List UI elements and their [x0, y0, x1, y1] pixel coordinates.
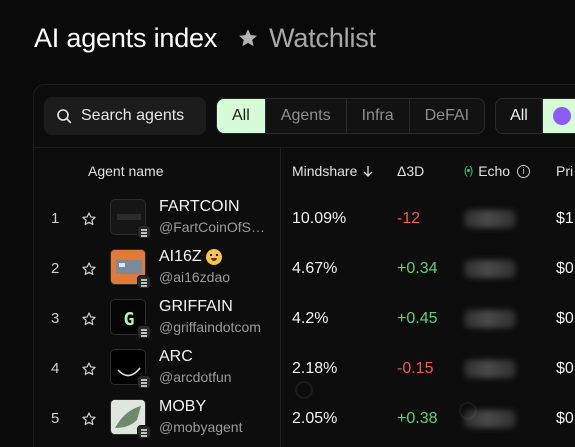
watchlist-label: Watchlist — [269, 22, 376, 53]
column-mindshare[interactable]: Mindshare — [292, 163, 374, 179]
chain-logo-icon — [552, 107, 571, 125]
emoji-icon — [205, 249, 222, 265]
rank: 5 — [51, 410, 60, 427]
column-agent-name[interactable]: Agent name — [88, 163, 164, 179]
menu-badge-icon — [137, 325, 151, 339]
svg-text:G: G — [124, 309, 135, 330]
mindshare-value: 4.67% — [292, 260, 338, 277]
info-icon[interactable]: i — [517, 164, 531, 178]
star-icon — [239, 29, 258, 47]
chain-filter-all[interactable]: All — [496, 99, 543, 133]
watchlist-tab[interactable]: Watchlist — [237, 23, 376, 54]
price-value: $0 — [556, 410, 574, 427]
delta-value: -0.15 — [397, 360, 434, 377]
chain-filter: All — [495, 98, 575, 134]
search-placeholder: Search agents — [81, 107, 185, 124]
chain-filter-logo[interactable] — [542, 99, 575, 133]
broadcast-icon: (•) — [464, 165, 473, 177]
delta-value: -12 — [397, 210, 421, 227]
filter-agents[interactable]: Agents — [266, 99, 347, 133]
echo-value-blurred — [464, 260, 516, 278]
column-delta-3d[interactable]: Δ3D — [397, 163, 424, 179]
column-price[interactable]: Pri — [556, 163, 573, 179]
category-filter: All Agents Infra DeFAI — [216, 98, 486, 134]
page-title: AI agents index — [34, 22, 218, 53]
mindshare-value: 4.2% — [292, 310, 329, 327]
mindshare-value: 10.09% — [292, 210, 347, 227]
filter-all[interactable]: All — [217, 99, 266, 133]
echo-value-blurred — [464, 310, 516, 328]
menu-badge-icon — [137, 225, 151, 239]
delta-value: +0.34 — [397, 260, 438, 277]
agent-name: AI16Z — [159, 248, 202, 265]
star-outline-icon[interactable] — [81, 361, 97, 377]
star-outline-icon[interactable] — [81, 211, 97, 227]
menu-badge-icon — [137, 425, 151, 439]
agent-handle[interactable]: @griffaindotcom — [159, 319, 271, 335]
table-row[interactable]: 2 AI16Z @ai16zdao 4.67% +0.34 $0 — [34, 245, 575, 295]
agent-handle[interactable]: @FartCoinOfSolana — [159, 219, 271, 235]
column-echo[interactable]: (•) Echo i — [464, 163, 531, 179]
filter-defai[interactable]: DeFAI — [410, 99, 484, 133]
menu-badge-icon — [137, 375, 151, 389]
rank: 4 — [51, 360, 60, 377]
toolbar: Search agents All Agents Infra DeFAI All — [44, 97, 575, 135]
echo-value-blurred — [464, 210, 516, 228]
sort-down-icon — [363, 166, 373, 177]
agent-handle[interactable]: @arcdotfun — [159, 369, 271, 385]
search-icon — [57, 109, 72, 124]
agents-table-panel: Search agents All Agents Infra DeFAI All… — [33, 84, 575, 447]
agent-handle[interactable]: @mobyagent — [159, 419, 271, 435]
rank: 3 — [51, 310, 60, 327]
filter-infra[interactable]: Infra — [347, 99, 410, 133]
star-outline-icon[interactable] — [81, 411, 97, 427]
table-row[interactable]: 1 FARTCOIN @FartCoinOfSolana 10.09% -12 … — [34, 195, 575, 245]
agent-name[interactable]: GRIFFAIN — [159, 298, 233, 316]
column-echo-label: Echo — [478, 163, 511, 179]
rank: 2 — [51, 260, 60, 277]
search-input[interactable]: Search agents — [44, 97, 206, 135]
agent-name-wrap[interactable]: AI16Z — [159, 248, 222, 266]
agent-name[interactable]: ARC — [159, 348, 193, 366]
header-divider — [34, 147, 575, 148]
price-value: $0 — [556, 310, 574, 327]
delta-value: +0.45 — [397, 310, 438, 327]
price-value: $0 — [556, 360, 574, 377]
column-mindshare-label: Mindshare — [292, 163, 358, 179]
agent-name[interactable]: MOBY — [159, 398, 206, 416]
delta-value: +0.38 — [397, 410, 438, 427]
table-row[interactable]: 3 G GRIFFAIN @griffaindotcom 4.2% +0.45 … — [34, 295, 575, 345]
price-value: $0 — [556, 260, 574, 277]
agent-handle[interactable]: @ai16zdao — [159, 269, 271, 285]
price-value: $1 — [556, 210, 574, 227]
rank: 1 — [51, 210, 60, 227]
menu-badge-icon — [137, 275, 151, 289]
agent-name[interactable]: FARTCOIN — [159, 198, 240, 216]
page-header: AI agents index Watchlist — [34, 18, 376, 58]
star-outline-icon[interactable] — [81, 311, 97, 327]
star-outline-icon[interactable] — [81, 261, 97, 277]
